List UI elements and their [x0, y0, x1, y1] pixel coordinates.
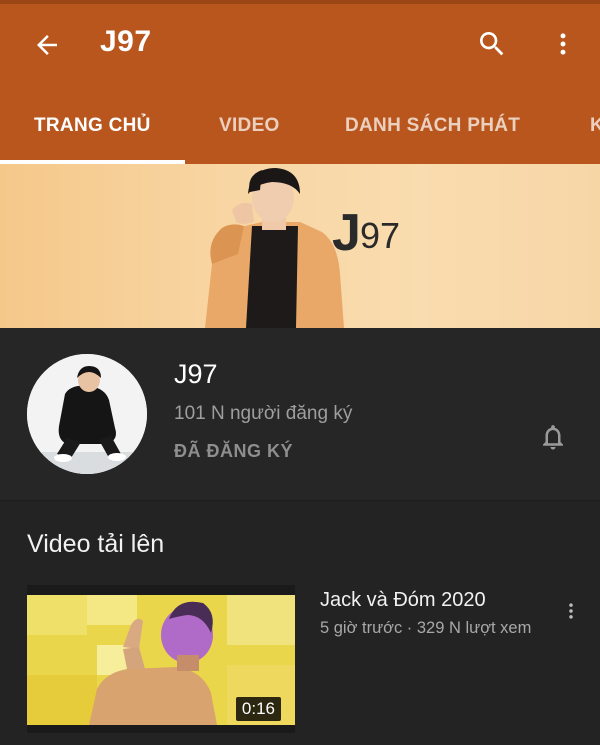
- subscriber-count: 101 N người đăng ký: [174, 403, 353, 424]
- video-thumbnail[interactable]: 0:16: [27, 585, 295, 733]
- tab-next-partial[interactable]: K: [590, 88, 600, 164]
- channel-title: J97: [100, 25, 152, 58]
- video-title[interactable]: Jack và Đóm 2020: [320, 589, 486, 612]
- status-strip: [0, 0, 600, 4]
- more-vert-icon: [560, 33, 566, 55]
- search-button[interactable]: [470, 22, 514, 66]
- video-duration: 0:16: [235, 697, 281, 721]
- avatar-image: [27, 354, 147, 474]
- subscribed-button[interactable]: ĐÃ ĐĂNG KÝ: [174, 441, 293, 462]
- svg-text:97: 97: [360, 215, 400, 256]
- channel-tabs: TRANG CHỦ VIDEO DANH SÁCH PHÁT K: [0, 88, 600, 164]
- search-icon: [480, 32, 504, 56]
- more-options-button[interactable]: [544, 22, 582, 66]
- svg-text:J: J: [332, 204, 361, 262]
- channel-name: J97: [174, 359, 218, 389]
- tab-playlists[interactable]: DANH SÁCH PHÁT: [345, 88, 520, 164]
- bell-icon: [543, 425, 563, 450]
- uploads-section-title: Video tải lên: [27, 530, 165, 558]
- more-vert-icon: [569, 603, 573, 619]
- tab-videos[interactable]: VIDEO: [219, 88, 280, 164]
- notification-bell-button[interactable]: [532, 416, 574, 458]
- back-button[interactable]: [26, 24, 68, 66]
- channel-header: J97 101 N người đăng ký ĐÃ ĐĂNG KÝ: [0, 328, 600, 500]
- video-item[interactable]: 0:16 Jack và Đóm 2020 5 giờ trước · 329 …: [0, 585, 600, 745]
- channel-banner: J 97: [0, 164, 600, 328]
- arrow-back-icon: [37, 35, 57, 55]
- channel-avatar[interactable]: [27, 354, 147, 474]
- video-more-button[interactable]: [556, 593, 586, 629]
- video-meta: 5 giờ trước · 329 N lượt xem: [320, 619, 532, 637]
- banner-artwork: J 97: [205, 168, 400, 328]
- tab-home[interactable]: TRANG CHỦ: [34, 88, 151, 164]
- app-bar: J97: [0, 0, 600, 88]
- uploads-section: Video tải lên 0:16 Jack và Đóm 2020 5 gi…: [0, 501, 600, 745]
